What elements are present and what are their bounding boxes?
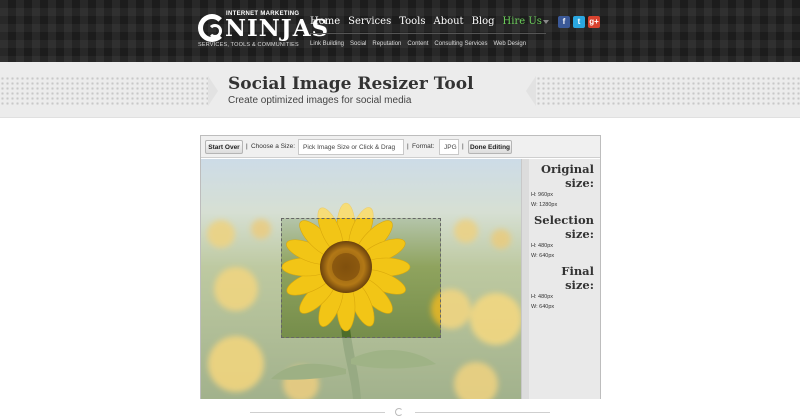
image-resizer-tool: Start Over | Choose a Size: Pick Image S… [200,135,601,399]
canvas-scrollbar[interactable] [521,159,529,399]
toolbar-separator: | [407,143,409,150]
start-over-button[interactable]: Start Over [205,140,243,154]
decorative-dots-left [0,76,218,106]
nav-home[interactable]: Home [310,16,340,27]
final-size-heading: Final size: [561,264,594,292]
nav-divider [310,33,546,34]
original-width: W: 1280px [531,202,558,208]
image-canvas[interactable] [201,159,521,399]
done-editing-button[interactable]: Done Editing [468,140,512,154]
subnav-content[interactable]: Content [407,41,428,47]
crop-selection-box[interactable] [281,218,441,338]
image-size-select[interactable]: Pick Image Size or Click & Drag [298,139,404,155]
nav-hire-us[interactable]: Hire Us [503,16,542,27]
facebook-icon[interactable]: f [558,16,570,28]
swirl-icon [395,408,403,416]
final-height: H: 480px [531,294,554,300]
nav-about[interactable]: About [433,16,463,27]
format-label: Format: [412,143,435,150]
selection-width: W: 640px [531,253,555,259]
final-width: W: 640px [531,304,555,310]
page-title: Social Image Resizer Tool [228,74,474,94]
main-nav: Home Services Tools About Blog Hire Us [310,16,550,27]
selection-height: H: 480px [531,243,554,249]
chevron-down-icon[interactable] [543,20,549,24]
format-select[interactable]: JPG [439,139,459,155]
subnav-consulting-services[interactable]: Consulting Services [434,41,487,47]
subnav-reputation[interactable]: Reputation [372,41,401,47]
sub-nav: Link Building Social Reputation Content … [310,41,532,47]
logo-tagline-bottom: SERVICES, TOOLS & COMMUNITIES [198,42,299,48]
decorative-dots-right [526,76,800,106]
googleplus-icon[interactable]: g+ [588,16,600,28]
choose-size-label: Choose a Size: [251,143,296,150]
page-subtitle: Create optimized images for social media [228,95,412,106]
subnav-social[interactable]: Social [350,41,366,47]
twitter-icon[interactable]: t [573,16,585,28]
selection-size-heading: Selection size: [533,213,594,241]
page-banner: Social Image Resizer Tool Create optimiz… [0,62,800,118]
site-header: INTERNET MARKETING NINJAS SERVICES, TOOL… [0,0,800,62]
toolbar-separator: | [246,143,248,150]
subnav-link-building[interactable]: Link Building [310,41,344,47]
social-links: f t g+ [543,16,600,28]
original-size-heading: Original size: [540,162,594,190]
tool-toolbar: Start Over | Choose a Size: Pick Image S… [201,136,600,158]
nav-tools[interactable]: Tools [399,16,425,27]
original-height: H: 960px [531,192,554,198]
ninja-swirl-icon [198,14,226,42]
site-logo[interactable]: INTERNET MARKETING NINJAS SERVICES, TOOL… [198,10,328,52]
footer-divider [250,408,550,416]
nav-blog[interactable]: Blog [472,16,495,27]
size-info-panel: Original size: H: 960px W: 1280px Select… [529,159,600,399]
subnav-web-design[interactable]: Web Design [493,41,526,47]
toolbar-separator: | [462,143,464,150]
nav-services[interactable]: Services [348,16,391,27]
